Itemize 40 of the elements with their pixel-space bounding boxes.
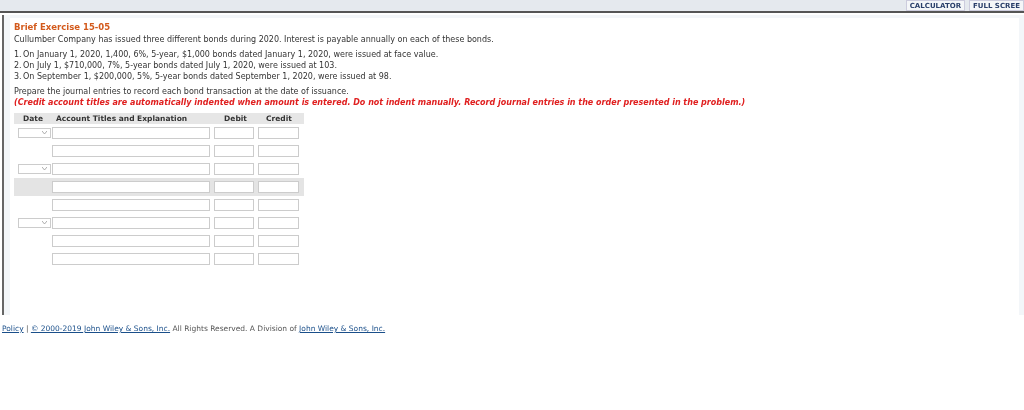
item-text: On January 1, 2020, 1,400, 6%, 5-year, $1,000 bonds dated January 1, 2020, were issued at face value. xyxy=(23,48,439,60)
date-dropdown[interactable] xyxy=(18,217,51,228)
debit-field[interactable] xyxy=(214,126,254,139)
caret-icon xyxy=(42,221,47,225)
account-field[interactable] xyxy=(52,162,210,175)
account-field[interactable] xyxy=(52,252,210,265)
account-field[interactable] xyxy=(52,144,210,157)
item-number: 2. xyxy=(14,59,23,71)
credit-field[interactable] xyxy=(258,126,299,139)
problem-text: Cullumber Company has issued three different bonds during 2020. Interest is payable annually on each of these bonds. xyxy=(14,33,495,45)
credit-field[interactable] xyxy=(258,144,299,157)
caret-icon xyxy=(42,131,47,135)
credit-field[interactable] xyxy=(258,234,299,247)
debit-field[interactable] xyxy=(214,144,254,157)
instruction-text: Prepare the journal entries to record each bond transaction at the date of issuance. xyxy=(14,86,349,96)
date-dropdown[interactable] xyxy=(18,163,51,174)
debit-field[interactable] xyxy=(214,216,254,229)
account-field[interactable] xyxy=(52,234,210,247)
account-field[interactable] xyxy=(52,216,210,229)
exercise-title: Brief Exercise 15-05 xyxy=(14,21,112,34)
debit-field[interactable] xyxy=(214,162,254,175)
credit-field[interactable] xyxy=(258,180,299,193)
caret-icon xyxy=(42,167,47,171)
credit-field[interactable] xyxy=(258,162,299,175)
item-number: 3. xyxy=(14,70,23,82)
item-number: 1. xyxy=(14,48,23,60)
debit-field[interactable] xyxy=(214,198,254,211)
credit-field[interactable] xyxy=(258,252,299,265)
debit-field[interactable] xyxy=(214,180,254,193)
debit-field[interactable] xyxy=(214,234,254,247)
account-field[interactable] xyxy=(52,126,210,139)
credit-field[interactable] xyxy=(258,216,299,229)
debit-field[interactable] xyxy=(214,252,254,265)
account-field[interactable] xyxy=(52,198,210,211)
credit-field[interactable] xyxy=(258,198,299,211)
item-text: On July 1, $710,000, 7%, 5-year bonds dated July 1, 2020, were issued at 103. xyxy=(23,59,337,71)
date-dropdown[interactable] xyxy=(18,127,51,138)
item-text: On September 1, $200,000, 5%, 5-year bonds dated September 1, 2020, were issued at 98. xyxy=(23,70,392,82)
instruction-note: (Credit account titles are automatically indented when amount is entered. Do not indent manually. Record journal entries in the order presented in the problem.) xyxy=(14,96,747,108)
account-field[interactable] xyxy=(52,180,210,193)
